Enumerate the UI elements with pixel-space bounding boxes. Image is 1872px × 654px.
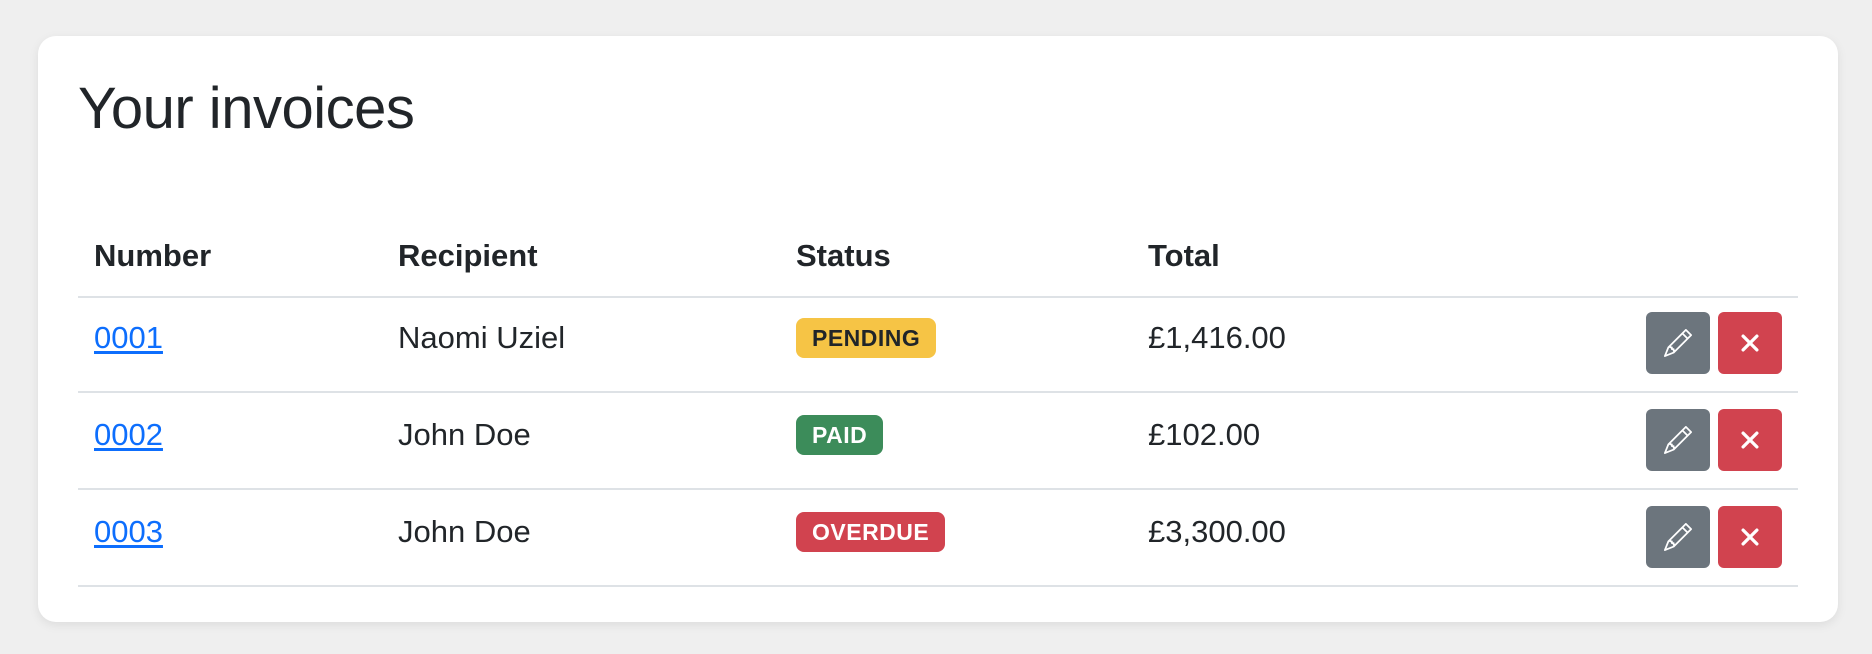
recipient-cell: John Doe: [398, 514, 531, 549]
column-header-recipient: Recipient: [398, 238, 538, 273]
total-cell: £1,416.00: [1148, 320, 1286, 355]
delete-button[interactable]: [1718, 506, 1782, 568]
status-badge: PENDING: [796, 317, 937, 358]
edit-button[interactable]: [1646, 506, 1710, 568]
close-icon: [1739, 526, 1761, 548]
delete-button[interactable]: [1718, 409, 1782, 471]
status-badge: PAID: [796, 414, 884, 455]
pencil-icon: [1664, 426, 1692, 454]
edit-button[interactable]: [1646, 409, 1710, 471]
column-header-status: Status: [796, 238, 891, 273]
page-title: Your invoices: [78, 76, 415, 141]
column-header-total: Total: [1148, 238, 1220, 273]
table-row: 0001 Naomi Uziel PENDING £1,416.00: [78, 296, 1798, 393]
row-actions: [1646, 506, 1782, 568]
edit-button[interactable]: [1646, 312, 1710, 374]
total-cell: £3,300.00: [1148, 514, 1286, 549]
close-icon: [1739, 332, 1761, 354]
invoice-number-link[interactable]: 0001: [94, 320, 163, 355]
recipient-cell: John Doe: [398, 417, 531, 452]
recipient-cell: Naomi Uziel: [398, 320, 566, 355]
table-header: Number Recipient Status Total: [78, 220, 1798, 298]
table-row: 0003 John Doe OVERDUE £3,300.00: [78, 490, 1798, 587]
total-cell: £102.00: [1148, 417, 1261, 452]
table-row: 0002 John Doe PAID £102.00: [78, 393, 1798, 490]
status-badge: OVERDUE: [796, 511, 946, 552]
pencil-icon: [1664, 523, 1692, 551]
row-actions: [1646, 312, 1782, 374]
close-icon: [1739, 429, 1761, 451]
row-actions: [1646, 409, 1782, 471]
invoice-number-link[interactable]: 0002: [94, 417, 163, 452]
column-header-number: Number: [94, 238, 212, 273]
invoices-card: Your invoices Number Recipient Status To…: [38, 36, 1838, 622]
pencil-icon: [1664, 329, 1692, 357]
delete-button[interactable]: [1718, 312, 1782, 374]
invoice-number-link[interactable]: 0003: [94, 514, 163, 549]
